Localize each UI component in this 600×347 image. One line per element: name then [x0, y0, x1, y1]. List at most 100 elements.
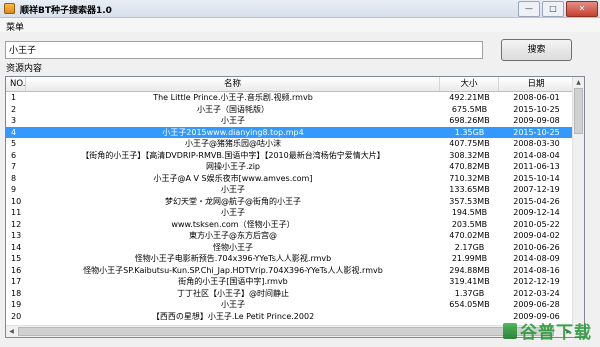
- table-row[interactable]: 20 【西西の星想】小王子.Le Petit Prince.2002 2009-09…: [6, 311, 574, 323]
- column-header-name[interactable]: 名称: [26, 77, 440, 91]
- row-size: 357.53MB: [449, 196, 490, 206]
- row-no: 17: [11, 277, 22, 286]
- row-name: 网操小王子.zip: [205, 162, 261, 171]
- table-row[interactable]: 10 梦幻天堂・龙网@航子@街角的小王子 357.53MB 2015-04-26: [6, 196, 574, 208]
- row-name: 怪物小王子SP.Kaibutsu-Kun.SP.Chi_Jap.HDTVrip.…: [83, 265, 383, 275]
- row-date: 2008-03-30: [513, 139, 560, 148]
- table-row[interactable]: 13 東方小王子@东方后宫@ 470.02MB 2009-04-02: [6, 230, 574, 242]
- table-row[interactable]: 14 怪物小王子 2.17GB 2010-06-26: [6, 242, 574, 254]
- row-name: 梦幻天堂・龙网@航子@街角的小王子: [165, 196, 301, 206]
- table-row[interactable]: 15 怪物小王子电影新预告.704x396-YYeTs人人影视.rmvb 21.99…: [6, 253, 574, 265]
- maximize-button[interactable]: □: [542, 1, 564, 17]
- row-name: www.tsksen.com（怪物小王子）: [171, 219, 295, 229]
- row-name: 【街角的小王子】【高清DVDRIP-RMVB.国语中字】【2010最新台湾杨佑宁…: [81, 150, 385, 160]
- column-header-size[interactable]: 大小: [440, 77, 499, 91]
- table-row[interactable]: 8 小王子@A V S娱乐夜市[www.amves.com] 710.32MB 201…: [6, 173, 574, 185]
- close-button[interactable]: ✕: [566, 1, 598, 17]
- title-bar: 顺祥BT种子搜索器1.0 — □ ✕: [0, 0, 600, 18]
- menu-bar: 菜单: [0, 18, 600, 33]
- row-size: 492.21MB: [449, 93, 490, 102]
- list-rows: 1 The Little Prince.小王子.音乐剧.视频.rmvb 492.21…: [6, 92, 574, 322]
- row-name: The Little Prince.小王子.音乐剧.视频.rmvb: [153, 93, 313, 102]
- row-size: 654.05MB: [449, 300, 490, 309]
- horizontal-scrollbar[interactable]: ◀ ▶: [6, 325, 574, 337]
- row-no: 11: [11, 208, 22, 217]
- row-no: 1: [11, 93, 17, 102]
- row-size: 2.17GB: [454, 242, 485, 252]
- row-size: 133.65MB: [449, 185, 490, 194]
- app-icon: [4, 3, 15, 14]
- row-date: 2008-06-01: [513, 93, 560, 102]
- row-no: 18: [11, 288, 22, 298]
- row-date: 2012-03-24: [513, 288, 560, 298]
- column-header-date[interactable]: 日期: [499, 77, 574, 91]
- row-name: 小王子2015www.dianying8.top.mp4: [162, 127, 304, 137]
- row-no: 6: [11, 150, 17, 160]
- vertical-scroll-thumb[interactable]: [574, 88, 583, 134]
- row-name: 小王子（国语牦版）: [197, 104, 269, 114]
- vertical-scrollbar[interactable]: ▲ ▼: [572, 77, 584, 337]
- row-size: 675.5MB: [451, 104, 488, 114]
- menu-item[interactable]: 菜单: [6, 20, 24, 33]
- table-row[interactable]: 18 丁丁社区【小王子】@时间静止 1.37GB 2012-03-24: [6, 288, 574, 300]
- watermark-logo-icon: [503, 322, 517, 339]
- watermark: 谷普下载: [503, 318, 592, 343]
- row-name: 小王子: [221, 185, 245, 194]
- row-size: 1.37GB: [454, 288, 485, 298]
- column-header-no[interactable]: NO.: [6, 77, 26, 91]
- row-size: 21.99MB: [451, 254, 488, 263]
- row-no: 14: [11, 242, 22, 252]
- window-title: 顺祥BT种子搜索器1.0: [20, 6, 112, 16]
- table-row[interactable]: 12 www.tsksen.com（怪物小王子） 203.5MB 2010-05-22: [6, 219, 574, 231]
- table-row[interactable]: 1 The Little Prince.小王子.音乐剧.视频.rmvb 492.21…: [6, 92, 574, 104]
- row-date: 2011-06-13: [513, 162, 560, 171]
- row-size: 294.88MB: [449, 265, 490, 275]
- row-no: 2: [11, 104, 17, 114]
- row-no: 7: [11, 162, 17, 171]
- row-no: 5: [11, 139, 17, 148]
- results-group-label: 资源内容: [6, 64, 43, 74]
- row-size: 1.35GB: [454, 127, 485, 137]
- row-no: 19: [11, 300, 22, 309]
- table-row[interactable]: 11 小王子 194.5MB 2009-12-14: [6, 207, 574, 219]
- table-row[interactable]: 5 小王子@猪猪乐园@咕小沫 407.75MB 2008-03-30: [6, 138, 574, 150]
- row-no: 12: [11, 219, 22, 229]
- table-row[interactable]: 6 【街角的小王子】【高清DVDRIP-RMVB.国语中字】【2010最新台湾杨佑…: [6, 150, 574, 162]
- row-date: 2009-09-08: [513, 116, 560, 125]
- row-no: 13: [11, 231, 22, 240]
- scroll-left-icon[interactable]: ◀: [6, 326, 17, 337]
- table-row[interactable]: 17 街角的小王子[国语中字].rmvb 319.41MB 2012-12-19: [6, 276, 574, 288]
- row-date: 2014-08-09: [513, 254, 560, 263]
- row-date: 2015-04-26: [513, 196, 560, 206]
- row-size: 308.32MB: [449, 150, 490, 160]
- minimize-button[interactable]: —: [518, 1, 540, 17]
- search-input[interactable]: 小王子: [5, 41, 483, 59]
- row-date: 2009-04-02: [513, 231, 560, 240]
- row-no: 15: [11, 254, 22, 263]
- table-row[interactable]: 3 小王子 698.26MB 2009-09-08: [6, 115, 574, 127]
- list-header: NO. 名称 大小 日期: [6, 77, 574, 92]
- row-name: 小王子@猪猪乐园@咕小沫: [185, 139, 281, 148]
- row-date: 2009-06-28: [513, 300, 560, 309]
- table-row[interactable]: 7 网操小王子.zip 470.82MB 2011-06-13: [6, 161, 574, 173]
- table-row[interactable]: 9 小王子 133.65MB 2007-12-19: [6, 184, 574, 196]
- table-row[interactable]: 2 小王子（国语牦版） 675.5MB 2015-10-25: [6, 104, 574, 116]
- row-no: 9: [11, 185, 17, 194]
- horizontal-scroll-thumb[interactable]: [18, 327, 554, 336]
- search-button[interactable]: 搜索: [501, 39, 572, 61]
- row-no: 10: [11, 196, 22, 206]
- table-row[interactable]: 4 小王子2015www.dianying8.top.mp4 1.35GB 2015-…: [6, 126, 574, 138]
- row-size: 194.5MB: [451, 208, 488, 217]
- table-row[interactable]: 19 小王子 654.05MB 2009-06-28: [6, 299, 574, 311]
- row-name: 東方小王子@东方后宫@: [189, 231, 277, 240]
- row-size: 470.82MB: [449, 162, 490, 171]
- row-name: 【西西の星想】小王子.Le Petit Prince.2002: [151, 311, 315, 321]
- scroll-up-icon[interactable]: ▲: [573, 77, 584, 88]
- row-name: 怪物小王子电影新预告.704x396-YYeTs人人影视.rmvb: [134, 254, 332, 263]
- row-name: 小王子: [221, 300, 245, 309]
- row-date: 2009-12-14: [513, 208, 560, 217]
- row-date: 2007-12-19: [513, 185, 560, 194]
- row-date: 2010-05-22: [513, 219, 560, 229]
- results-list[interactable]: NO. 名称 大小 日期 1 The Little Prince.小王子.音乐剧.…: [5, 76, 585, 338]
- table-row[interactable]: 16 怪物小王子SP.Kaibutsu-Kun.SP.Chi_Jap.HDTVri…: [6, 265, 574, 277]
